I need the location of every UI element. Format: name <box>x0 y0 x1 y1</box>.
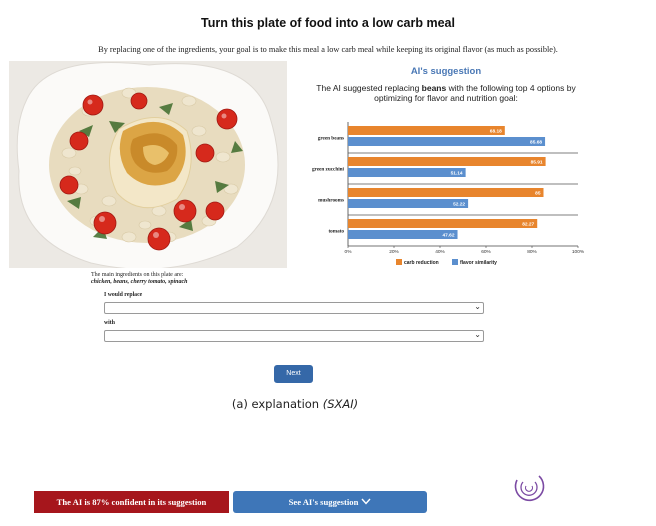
chart-bar-carb-reduction <box>348 219 538 228</box>
suggestion-chart: green beans 68.18 85.68 green zucchini 85.91… <box>300 118 590 270</box>
chevron-down-icon: ⌄ <box>474 330 481 339</box>
replace-label: I would replace <box>104 292 143 298</box>
ai-suggestion-title: AI's suggestion <box>410 66 482 77</box>
chart-x-tick-label: 60% <box>481 249 491 255</box>
chart-category-label: green beans <box>318 136 344 142</box>
caption-italic: (SXAI) <box>322 397 359 411</box>
chart-bar-flavor-similarity <box>348 230 458 239</box>
spinner-icon <box>511 470 547 504</box>
chart-data-label: 85 <box>535 190 541 196</box>
ingredients-list: chicken, beans, cherry tomato, spinach <box>91 279 188 285</box>
chart-x-tick-label: 80% <box>527 249 537 255</box>
chevron-down-icon: ⌄ <box>474 302 481 311</box>
see-suggestion-label: See AI's suggestion <box>288 497 359 507</box>
replace-select[interactable]: ⌄ <box>104 302 484 314</box>
chart-data-label: 51.14 <box>451 170 463 176</box>
chart-category-label: tomato <box>328 229 344 235</box>
chart-data-label: 82.27 <box>522 221 534 227</box>
see-ai-suggestion-button[interactable]: See AI's suggestion <box>233 491 427 513</box>
ai-suggestion-description: The AI suggested replacing beans with th… <box>300 83 592 103</box>
chart-bar-carb-reduction <box>348 157 546 166</box>
chart-legend-swatch <box>396 259 402 265</box>
with-select[interactable]: ⌄ <box>104 330 484 342</box>
chart-legend-swatch <box>452 259 458 265</box>
chart-data-label: 68.18 <box>490 128 502 134</box>
chart-x-tick-label: 100% <box>572 249 585 255</box>
ingredients-label: The main ingredients on this plate are: <box>91 272 184 278</box>
chart-data-label: 47.62 <box>443 232 455 238</box>
chart-bar-flavor-similarity <box>348 168 466 177</box>
confidence-badge: The AI is 87% confident in its suggestio… <box>34 491 229 513</box>
ai-desc-ingredient: beans <box>421 83 447 93</box>
next-button[interactable]: Next <box>274 365 313 383</box>
chart-legend-label: carb reduction <box>404 260 439 266</box>
chart-data-label: 52.22 <box>453 201 465 207</box>
caption-main: (a) explanation <box>231 397 323 411</box>
ai-desc-prefix: The AI suggested replacing <box>316 83 422 93</box>
chart-bar-carb-reduction <box>348 126 505 135</box>
chart-category-label: mushrooms <box>318 198 344 204</box>
chart-legend-label: flavor similarity <box>460 260 497 266</box>
chart-bar-flavor-similarity <box>348 137 546 146</box>
chart-category-label: green zucchini <box>312 167 345 173</box>
food-photo <box>9 61 287 268</box>
chart-x-tick-label: 20% <box>389 249 399 255</box>
page-title: Turn this plate of food into a low carb … <box>201 16 455 30</box>
chevron-down-icon <box>361 491 371 513</box>
figure-caption: (a) explanation (SXAI) <box>0 397 590 411</box>
chart-bar-carb-reduction <box>348 188 544 197</box>
chart-bar-flavor-similarity <box>348 199 469 208</box>
intro-text: By replacing one of the ingredients, you… <box>98 45 558 54</box>
with-label: with <box>104 320 115 326</box>
suggestion-chart-svg: green beans 68.18 85.68 green zucchini 85.91… <box>312 122 585 266</box>
chart-x-tick-label: 0% <box>345 249 353 255</box>
chart-x-tick-label: 40% <box>435 249 445 255</box>
chart-data-label: 85.91 <box>531 159 543 165</box>
chart-data-label: 85.68 <box>530 139 542 145</box>
